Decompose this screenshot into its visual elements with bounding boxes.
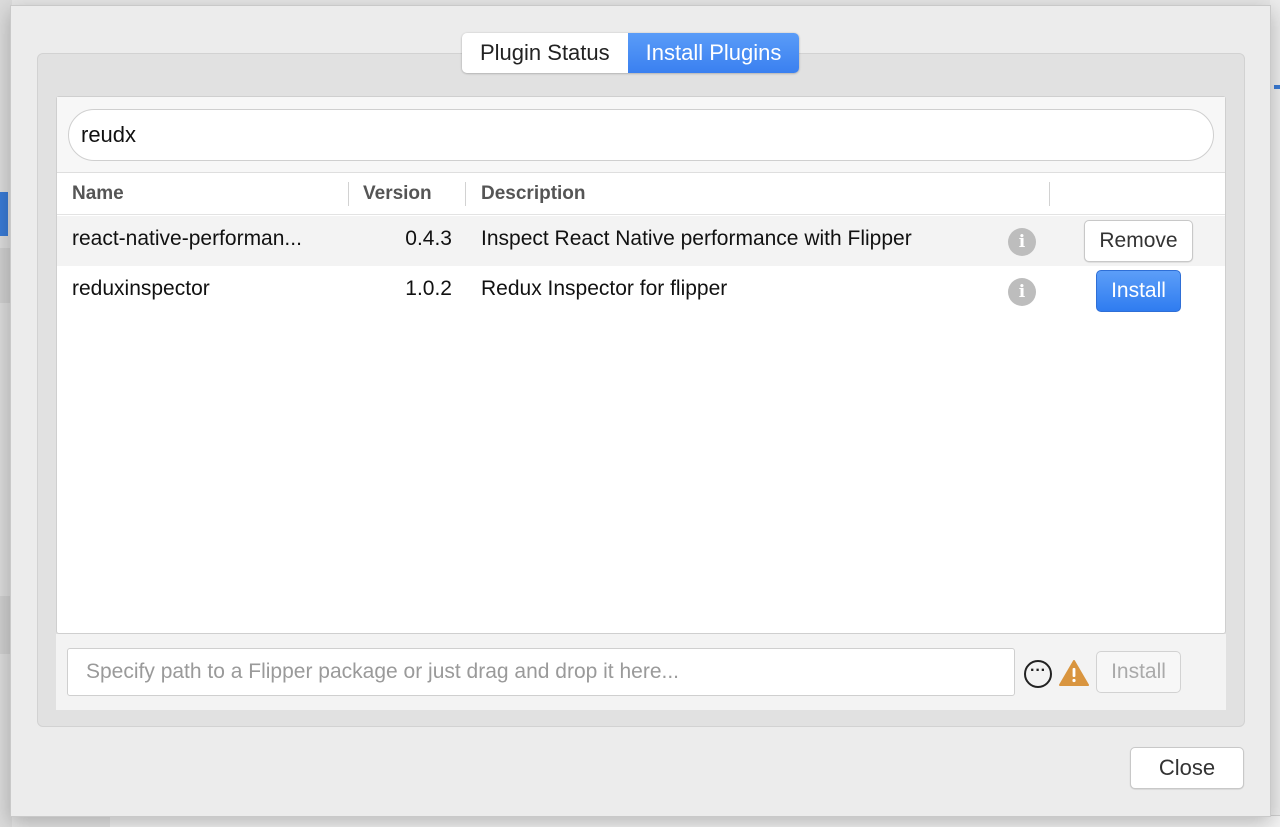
plugin-version: 1.0.2 <box>405 277 452 300</box>
column-header-description[interactable]: Description <box>481 173 586 215</box>
column-separator <box>1049 182 1050 206</box>
plugin-version: 0.4.3 <box>405 227 452 250</box>
background-edge <box>1270 0 1280 827</box>
column-header-version[interactable]: Version <box>363 173 432 215</box>
background-accent <box>1274 85 1280 89</box>
plugin-description: Redux Inspector for flipper <box>481 277 728 300</box>
background-block <box>0 596 10 654</box>
search-input[interactable] <box>68 109 1214 161</box>
package-path-input[interactable] <box>67 648 1015 696</box>
search-bar <box>57 97 1225 173</box>
tab-install-plugins[interactable]: Install Plugins <box>627 33 800 73</box>
info-icon[interactable]: i <box>1008 228 1036 256</box>
plugin-list-container: Name Version Description react-native-pe… <box>56 96 1226 634</box>
background-selection <box>0 192 8 236</box>
tab-plugin-status[interactable]: Plugin Status <box>462 33 628 73</box>
table-header: Name Version Description <box>57 173 1225 215</box>
package-path-bar: ··· Install <box>56 634 1226 710</box>
plugin-description: Inspect React Native performance with Fl… <box>481 227 912 250</box>
table-row[interactable]: react-native-performan... 0.4.3 Inspect … <box>57 216 1225 266</box>
warning-icon <box>1059 660 1089 686</box>
tab-bar: Plugin Status Install Plugins <box>462 33 800 73</box>
info-icon[interactable]: i <box>1008 278 1036 306</box>
remove-button[interactable]: Remove <box>1084 220 1193 262</box>
table-row[interactable]: reduxinspector 1.0.2 Redux Inspector for… <box>57 266 1225 316</box>
install-button[interactable]: Install <box>1096 270 1181 312</box>
column-header-name[interactable]: Name <box>72 173 124 215</box>
plugin-name: react-native-performan... <box>72 227 302 250</box>
background-block <box>0 248 10 303</box>
column-separator <box>465 182 466 206</box>
close-button[interactable]: Close <box>1130 747 1244 789</box>
install-package-button[interactable]: Install <box>1096 651 1181 693</box>
column-separator <box>348 182 349 206</box>
plugin-name: reduxinspector <box>72 277 210 300</box>
more-icon[interactable]: ··· <box>1024 660 1052 688</box>
plugin-manager-dialog: Plugin Status Install Plugins Name Versi… <box>10 5 1271 817</box>
